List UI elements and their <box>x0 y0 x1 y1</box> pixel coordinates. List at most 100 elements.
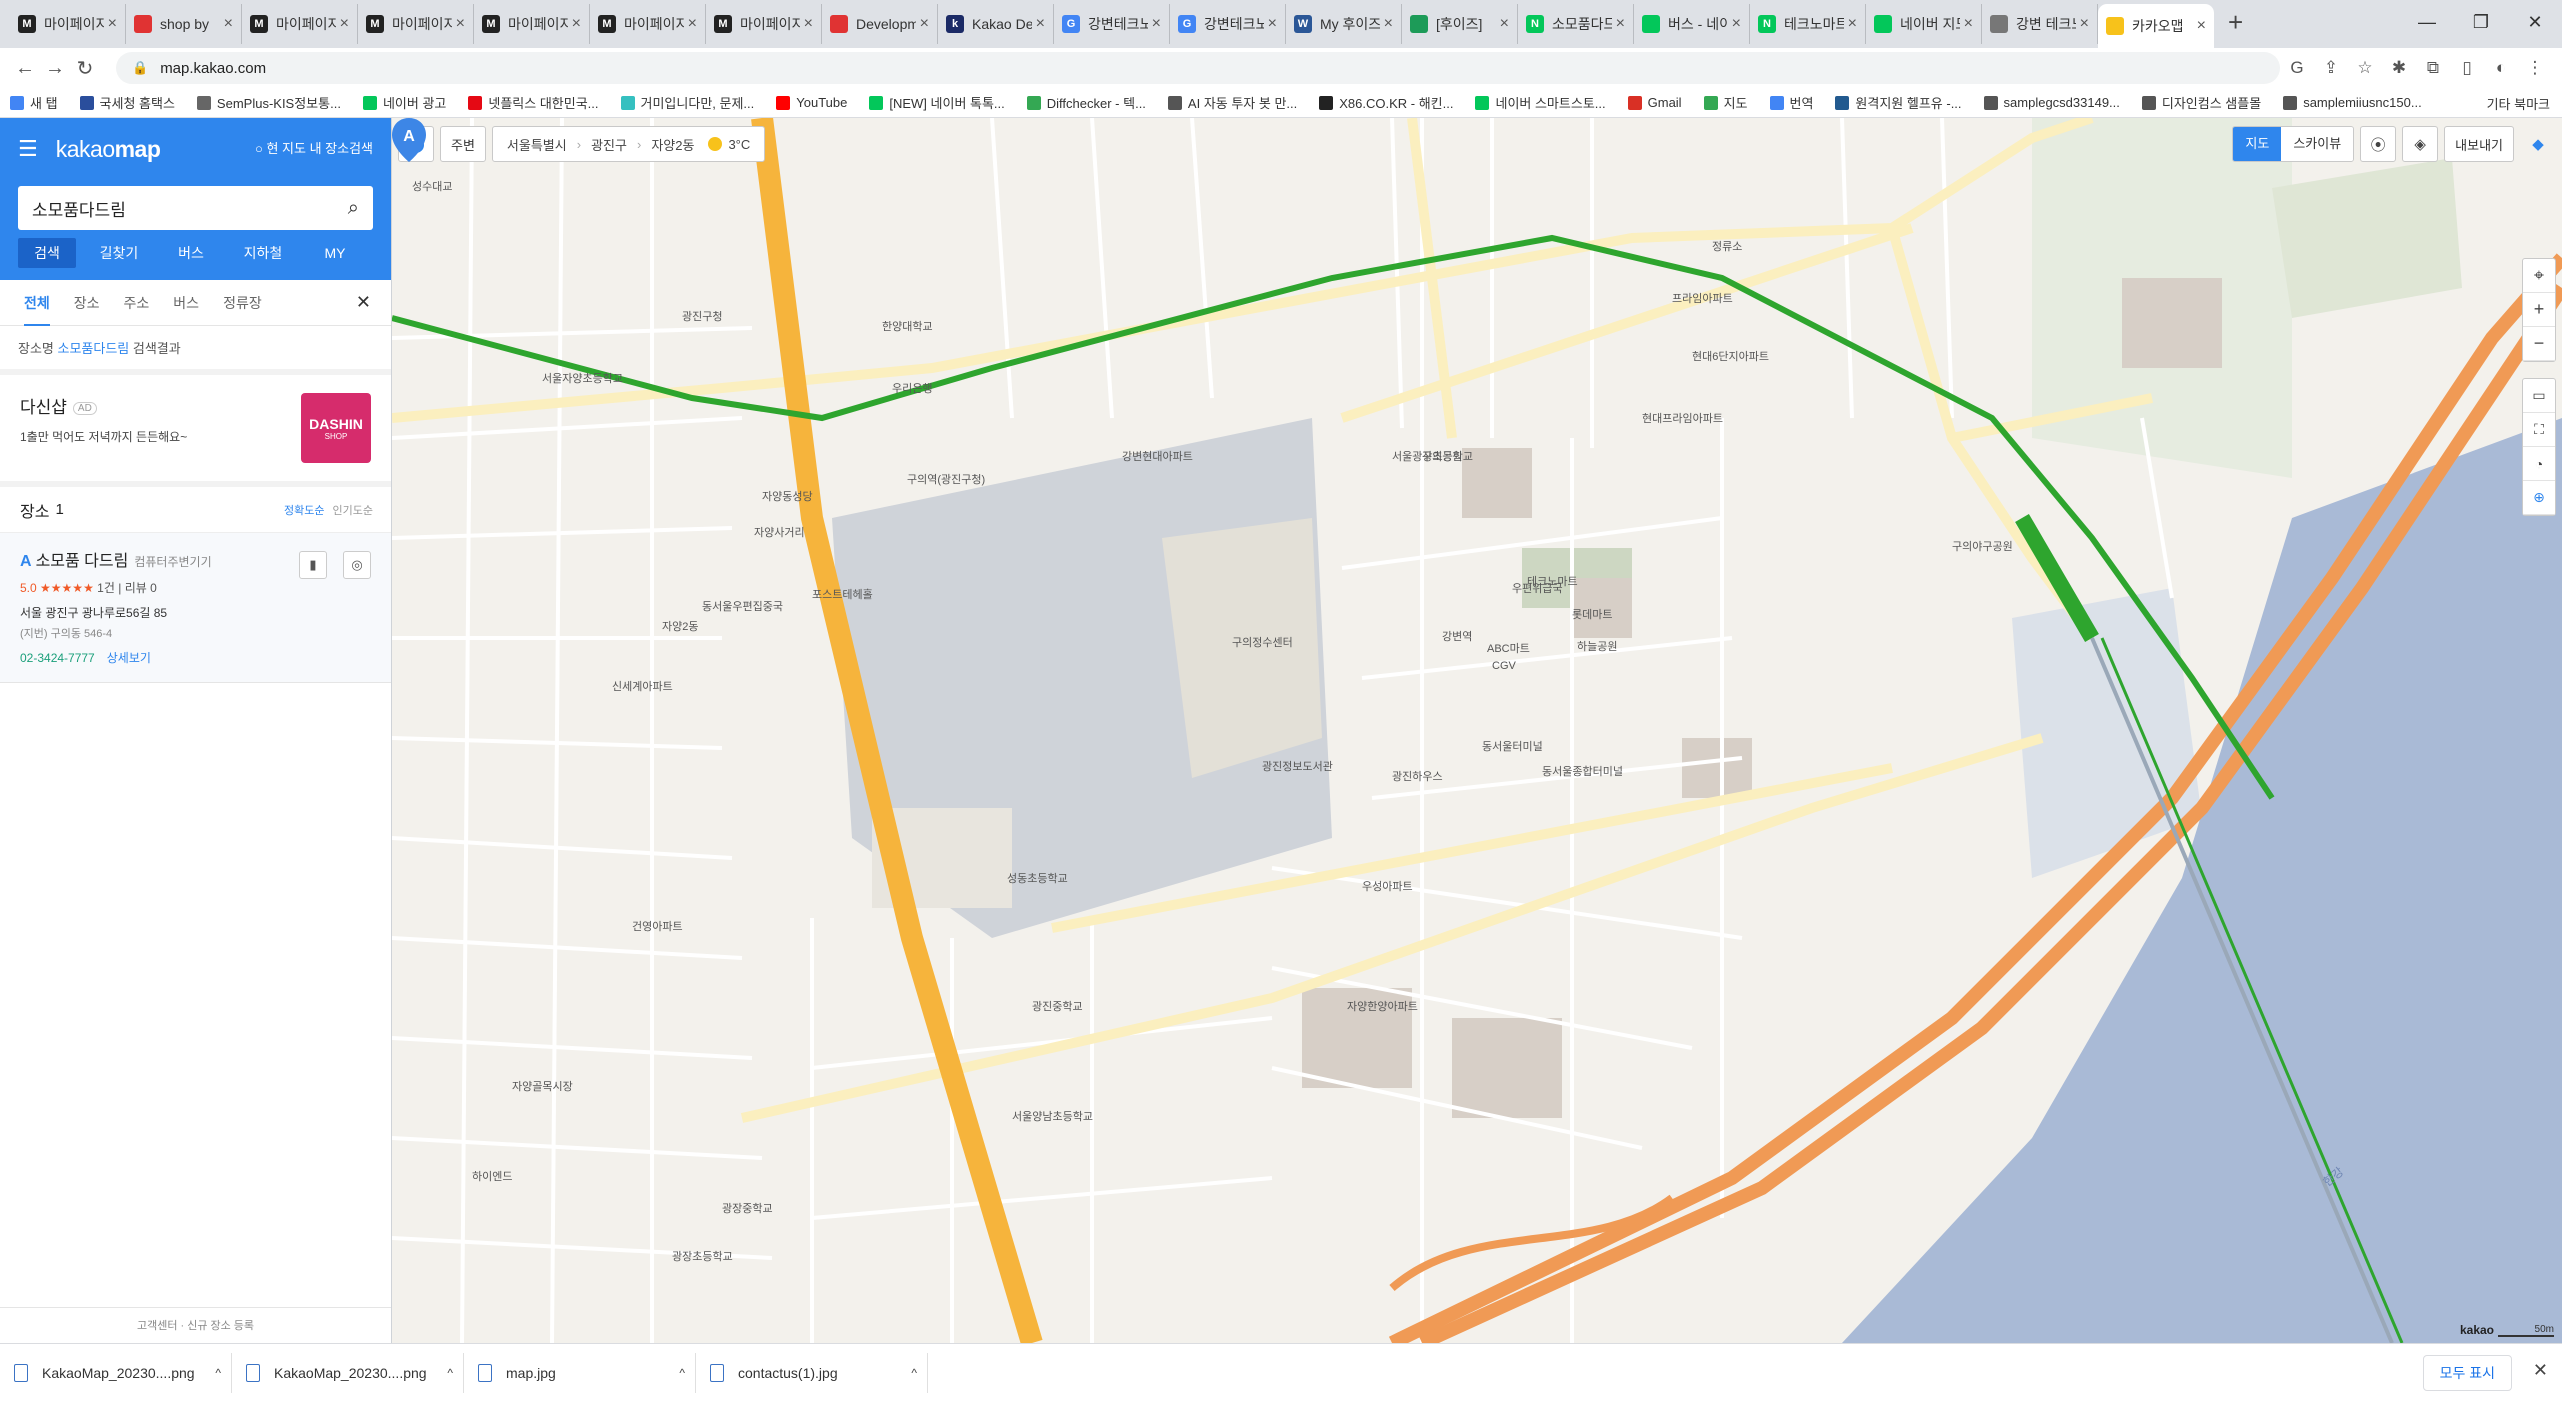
bookmark-item[interactable]: [NEW] 네이버 톡톡... <box>869 93 1005 112</box>
map-place-label[interactable]: 광진하우스 <box>1392 768 1443 784</box>
browser-tab[interactable]: 네이버 지도× <box>1866 4 1982 44</box>
tab-close-icon[interactable]: × <box>2080 15 2089 33</box>
bookmark-item[interactable]: 디자인컴스 샘플몰 <box>2141 93 2261 112</box>
chevron-up-icon[interactable]: ^ <box>447 1366 453 1380</box>
tab-close-icon[interactable]: × <box>804 15 813 33</box>
ad-image[interactable]: DASHIN SHOP <box>301 393 371 463</box>
tab-close-icon[interactable]: × <box>1500 15 1509 33</box>
map-place-label[interactable]: 광진정보도서관 <box>1262 758 1333 774</box>
download-item[interactable]: map.jpg ^ <box>478 1352 696 1393</box>
mode-tab[interactable]: 길찾기 <box>90 238 148 268</box>
back-icon[interactable]: ← <box>10 57 40 80</box>
map-place-label[interactable]: 광장초등학교 <box>672 1248 733 1264</box>
map-place-label[interactable]: 우성아파트 <box>1362 878 1413 894</box>
search-icon[interactable]: ⌕ <box>348 197 359 220</box>
map-place-label[interactable]: 구의정수센터 <box>1232 634 1293 650</box>
map-place-label[interactable]: 자양사거리 <box>754 524 805 540</box>
breadcrumb-dong[interactable]: 자양2동 <box>651 135 694 154</box>
chevron-up-icon[interactable]: ^ <box>911 1366 917 1380</box>
browser-tab[interactable]: k Kakao De × <box>938 4 1054 44</box>
place-name[interactable]: 소모품 다드림 <box>36 553 129 570</box>
bookmark-item[interactable]: SemPlus-KIS정보통... <box>196 93 341 112</box>
mode-tab[interactable]: MY <box>306 238 364 268</box>
map-type-map[interactable]: 지도 <box>2233 127 2282 161</box>
bookmark-item[interactable]: YouTube <box>776 93 847 112</box>
download-item[interactable]: KakaoMap_20230....png ^ <box>246 1352 464 1393</box>
bookmark-star-icon[interactable]: ☆ <box>2348 58 2382 78</box>
radius-icon[interactable]: ◔ <box>2523 447 2555 481</box>
tab-close-icon[interactable]: × <box>456 15 465 33</box>
other-bookmarks[interactable]: 기타 북마크 <box>2487 94 2550 113</box>
close-results-icon[interactable]: ✕ <box>356 292 371 313</box>
map-place-label[interactable]: 롯데마트 <box>1572 606 1612 622</box>
bookmark-item[interactable]: 지도 <box>1703 93 1748 112</box>
map-place-label[interactable]: 한양대학교 <box>882 318 933 334</box>
browser-tab[interactable]: N 테크노마트 × <box>1750 4 1866 44</box>
tab-close-icon[interactable]: × <box>108 15 117 33</box>
map-place-label[interactable]: CGV <box>1492 660 1516 672</box>
category-tab[interactable]: 주소 <box>124 280 150 326</box>
bookmark-item[interactable]: 새 탭 <box>10 93 58 112</box>
browser-tab[interactable]: G 강변테크노 × <box>1054 4 1170 44</box>
map-place-label[interactable]: ABC마트 <box>1487 640 1530 656</box>
browser-tab[interactable]: M 마이페이지 × <box>242 4 358 44</box>
browser-tab[interactable]: 카카오맵 × <box>2098 4 2214 48</box>
bookmark-place-icon[interactable]: ▮ <box>299 551 327 579</box>
bookmark-item[interactable]: 네이버 스마트스토... <box>1475 93 1606 112</box>
bookmark-item[interactable]: 네이버 광고 <box>362 93 446 112</box>
measure-area-icon[interactable]: ⛶ <box>2523 413 2555 447</box>
mode-tab[interactable]: 검색 <box>18 238 76 268</box>
map-place-label[interactable]: 광진중학교 <box>1032 998 1083 1014</box>
map-place-label[interactable]: 서울자양초등학교 <box>542 370 623 386</box>
map-place-label[interactable]: 자양골목시장 <box>512 1078 573 1094</box>
share-icon[interactable]: ⇪ <box>2314 58 2348 78</box>
sidebar-footer[interactable]: 고객센터 · 신규 장소 등록 <box>0 1307 391 1343</box>
category-tab[interactable]: 장소 <box>74 280 100 326</box>
google-icon[interactable]: G <box>2280 58 2314 78</box>
route-place-icon[interactable]: ◎ <box>343 551 371 579</box>
tab-close-icon[interactable]: × <box>224 15 233 33</box>
map-place-label[interactable]: 정류소 <box>1712 238 1742 254</box>
search-input[interactable] <box>32 198 348 218</box>
map-place-label[interactable]: 우편위급국 <box>1512 580 1563 596</box>
extensions-puzzle-icon[interactable]: ⧉ <box>2416 58 2450 78</box>
tab-close-icon[interactable]: × <box>1268 15 1277 33</box>
browser-tab[interactable]: Developm × <box>822 4 938 44</box>
result-marker-a[interactable]: A <box>392 118 426 162</box>
map-place-label[interactable]: 구의역(광진구청) <box>907 471 985 487</box>
place-result-item[interactable]: A 소모품 다드림 컴퓨터주변기기 5.0 ★★★★★ 1건 | 리뷰 0 서울 광… <box>0 533 391 683</box>
profile-icon[interactable]: ◐ <box>2484 58 2518 78</box>
download-item[interactable]: contactus(1).jpg ^ <box>710 1352 928 1393</box>
zoom-out-button[interactable]: − <box>2523 327 2555 361</box>
show-all-downloads-button[interactable]: 모두 표시 <box>2422 1355 2512 1391</box>
map-place-label[interactable]: 자양2동 <box>662 618 698 634</box>
ad-banner[interactable]: 다신샵 AD 1출만 먹어도 저녁까지 든든해요~ DASHIN SHOP <box>0 375 391 487</box>
bookmark-item[interactable]: Diffchecker - 텍... <box>1026 93 1146 112</box>
map-place-label[interactable]: 자양동성당 <box>762 488 813 504</box>
browser-tab[interactable]: 강변 테크노× <box>1982 4 2098 44</box>
measure-distance-icon[interactable]: ▭ <box>2523 379 2555 413</box>
mode-tab[interactable]: 지하철 <box>234 238 292 268</box>
sort-accuracy[interactable]: 정확도순 <box>284 505 324 517</box>
chevron-up-icon[interactable]: ^ <box>215 1366 221 1380</box>
map-place-label[interactable]: 하이엔드 <box>472 1168 512 1184</box>
browser-tab[interactable]: M 마이페이지 × <box>474 4 590 44</box>
bookmark-item[interactable]: samplegcsd33149... <box>1983 93 2120 112</box>
map-place-label[interactable]: 현대6단지아파트 <box>1692 348 1769 364</box>
map-place-label[interactable]: 현대프라임아파트 <box>1642 410 1723 426</box>
tab-close-icon[interactable]: × <box>1964 15 1973 33</box>
close-downloads-icon[interactable]: ✕ <box>2533 1360 2548 1381</box>
map-place-label[interactable]: 프라임아파트 <box>1672 290 1733 306</box>
category-tab[interactable]: 전체 <box>24 280 50 326</box>
browser-tab[interactable]: M 마이페이지 × <box>358 4 474 44</box>
tab-close-icon[interactable]: × <box>2197 17 2206 35</box>
tab-close-icon[interactable]: × <box>1036 15 1045 33</box>
browser-tab[interactable]: N 소모품다드 × <box>1518 4 1634 44</box>
tab-close-icon[interactable]: × <box>688 15 697 33</box>
browser-tab[interactable]: M 마이페이지 × <box>10 4 126 44</box>
tab-close-icon[interactable]: × <box>1152 15 1161 33</box>
tab-close-icon[interactable]: × <box>1848 15 1857 33</box>
browser-tab[interactable]: 버스 - 네이 × <box>1634 4 1750 44</box>
menu-dots-icon[interactable]: ⋮ <box>2518 58 2552 78</box>
map-place-label[interactable]: 광진구청 <box>682 308 722 324</box>
